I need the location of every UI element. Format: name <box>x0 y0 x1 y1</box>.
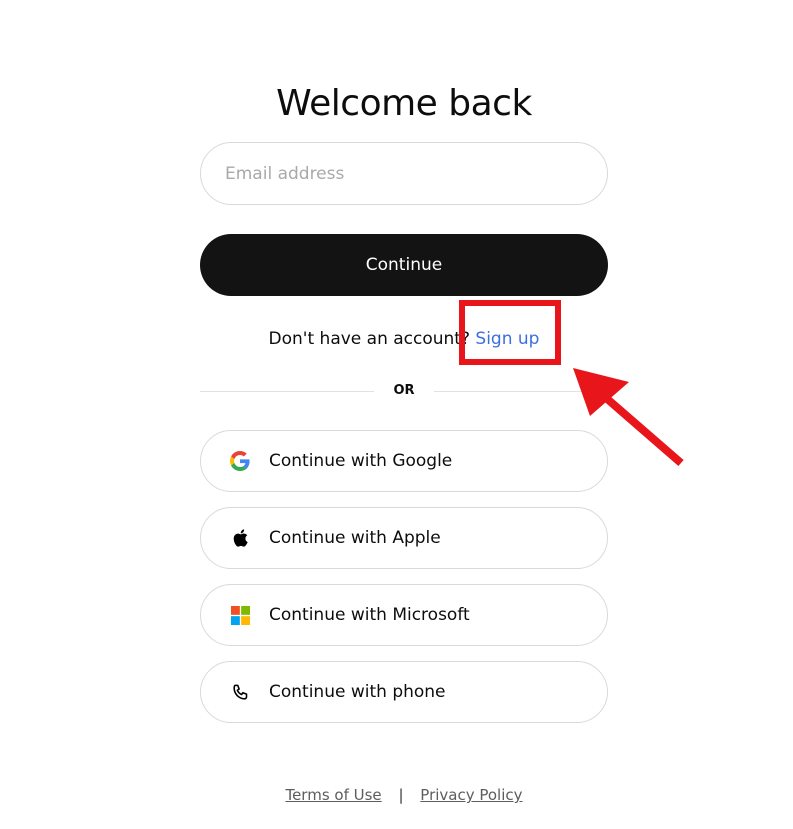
continue-with-google-button[interactable]: Continue with Google <box>200 430 608 492</box>
signup-prompt-text: Don't have an account? <box>268 329 470 349</box>
divider-label: OR <box>393 383 415 398</box>
google-icon <box>229 450 251 472</box>
annotation-arrow-icon <box>573 368 684 467</box>
signup-prompt-row: Don't have an account? Sign up <box>0 326 793 352</box>
divider-line-left <box>200 391 374 392</box>
continue-with-apple-button[interactable]: Continue with Apple <box>200 507 608 569</box>
terms-of-use-link[interactable]: Terms of Use <box>285 786 381 804</box>
apple-button-label: Continue with Apple <box>269 528 441 548</box>
continue-with-phone-button[interactable]: Continue with phone <box>200 661 608 723</box>
continue-with-microsoft-button[interactable]: Continue with Microsoft <box>200 584 608 646</box>
continue-button[interactable]: Continue <box>200 234 608 296</box>
phone-button-label: Continue with phone <box>269 682 446 702</box>
microsoft-button-label: Continue with Microsoft <box>269 605 470 625</box>
google-button-label: Continue with Google <box>269 451 453 471</box>
page-title: Welcome back <box>276 83 532 125</box>
email-field[interactable] <box>200 142 608 205</box>
microsoft-icon <box>229 604 251 626</box>
apple-icon <box>229 527 251 549</box>
footer: Terms of Use | Privacy Policy <box>0 784 793 806</box>
footer-separator: | <box>398 786 404 804</box>
annotation-highlight-box <box>459 300 561 365</box>
phone-icon <box>229 681 251 703</box>
privacy-policy-link[interactable]: Privacy Policy <box>420 786 522 804</box>
